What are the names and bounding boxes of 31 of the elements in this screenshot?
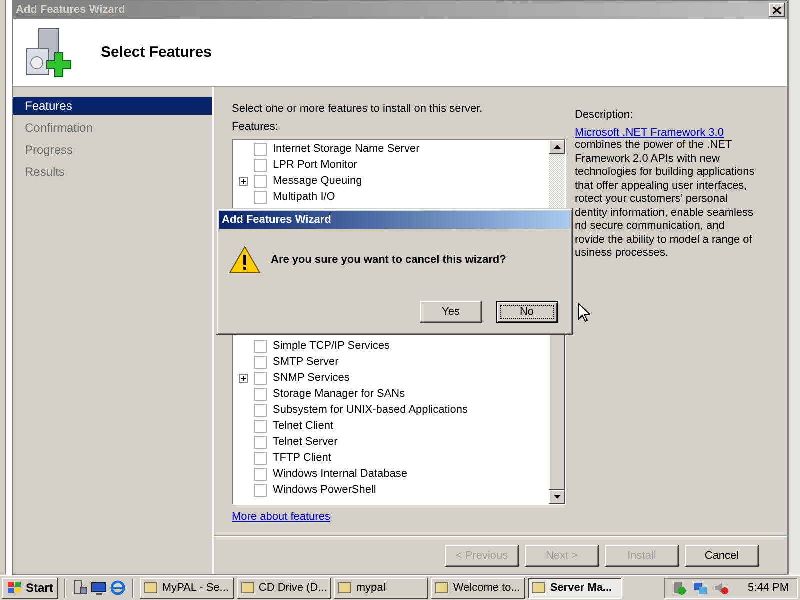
feature-label: LPR Port Monitor [273,159,358,171]
description-text: that offer appealing user interfaces, [575,180,748,193]
description-text: rotect your customers’ personal [575,193,730,206]
feature-label: TFTP Client [273,452,332,464]
feature-label: Subsystem for UNIX-based Applications [273,404,468,416]
feature-label: Simple TCP/IP Services [273,340,390,352]
description-label: Description: [575,109,634,121]
feature-label: Windows Internal Database [273,468,408,480]
description-text: nd secure communication, and [575,220,726,234]
description-text: technologies for building applications [575,166,756,180]
description-text: rovide the ability to model a range of [575,234,754,247]
page-heading: Select Features [101,44,212,61]
description-text: dentity information, enable seamless [575,206,755,220]
description-text: usiness processes. [575,247,670,260]
feature-label: Telnet Client [273,420,334,432]
feature-label: Windows PowerShell [273,484,376,496]
features-label: Features: [232,121,280,133]
dialog-title: Add Features Wizard [219,211,570,229]
feature-label: Multipath I/O [273,191,336,203]
feature-label: SNMP Services [273,372,350,384]
window-title: Add Features Wizard [16,4,126,16]
feature-label: Storage Manager for SANs [273,388,406,400]
feature-label: Message Queuing [273,175,362,187]
feature-label: Telnet Server [273,436,338,448]
instruction-text: Select one or more features to install on this server. [232,103,484,115]
clock: 5:44 PM [748,582,789,594]
feature-label: SMTP Server [273,356,339,368]
description-text: combines the power of the .NET [575,139,734,152]
dialog-message: Are you sure you want to cancel this wizard? [271,254,506,266]
feature-label: Internet Storage Name Server [273,143,420,155]
description-text: Framework 2.0 APIs with new [575,152,721,166]
